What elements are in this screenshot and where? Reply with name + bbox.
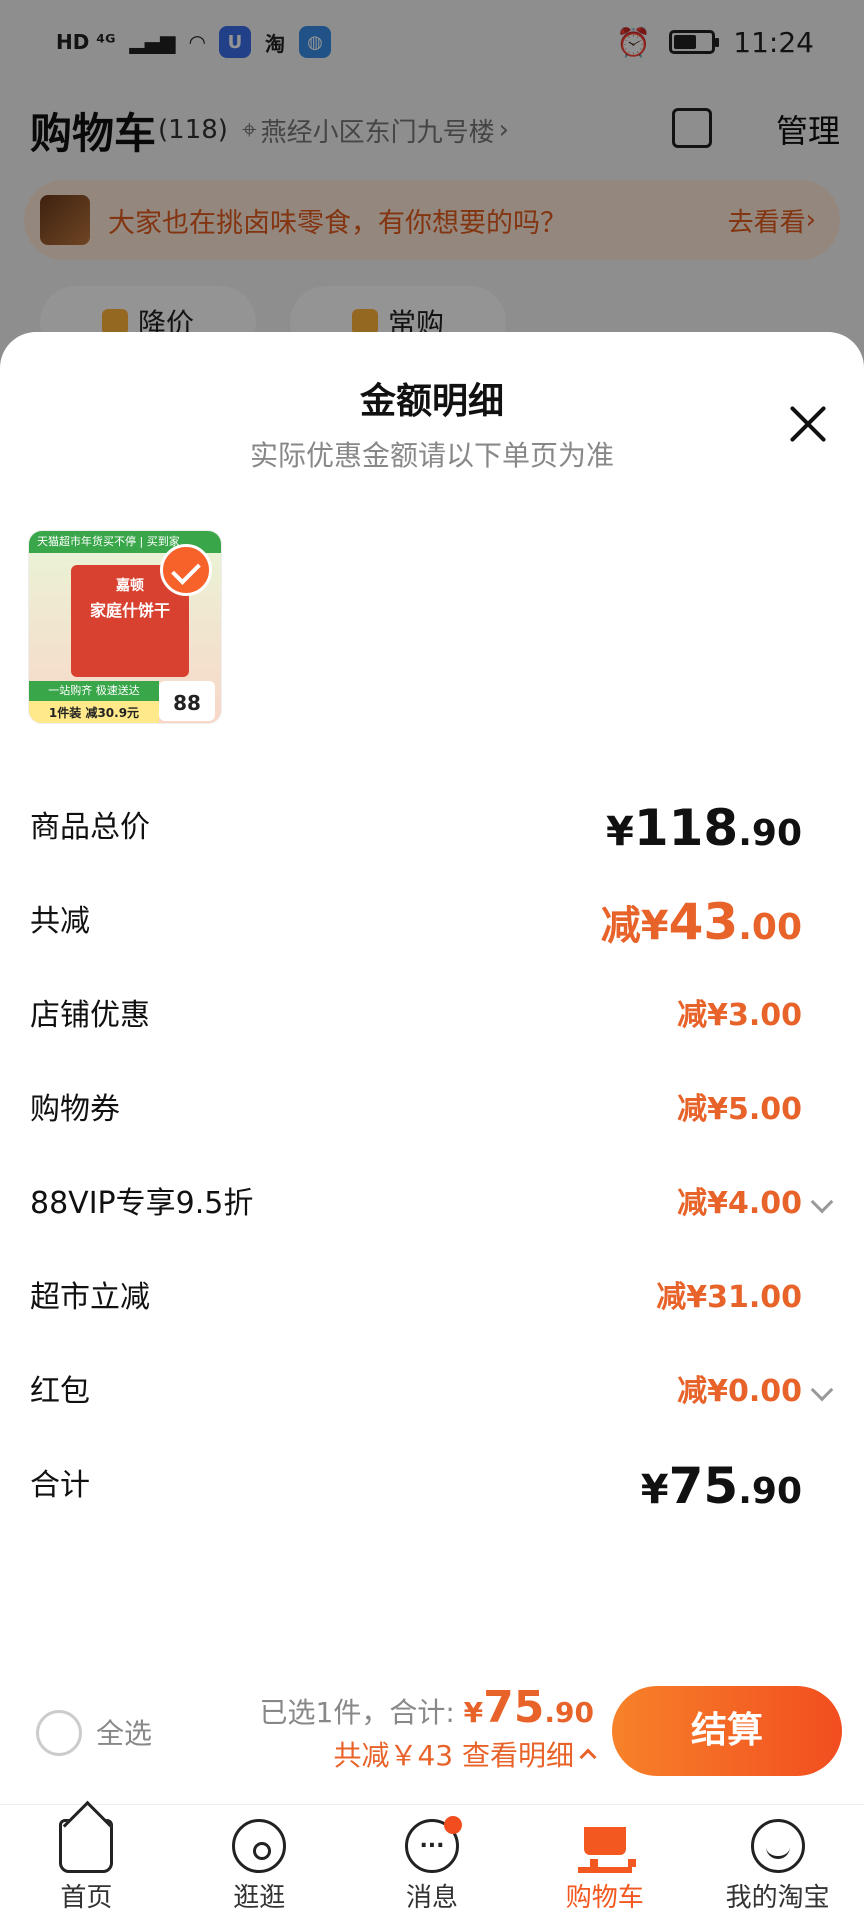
row-label: 商品总价 (30, 810, 150, 845)
tab-messages[interactable]: 消息 (346, 1805, 519, 1920)
checkout-bar: 全选 已选1件，合计: ¥75.90 共减￥43 查看明细 结算 (0, 1668, 864, 1798)
subtotal-value: ¥118.90 (606, 799, 802, 857)
row-label: 店铺优惠 (30, 998, 150, 1033)
message-icon (404, 1816, 462, 1873)
row-coupon: 购物券 减¥5.00 (0, 1080, 864, 1140)
chevron-down-icon[interactable] (810, 1190, 834, 1214)
selected-check-icon[interactable] (160, 544, 212, 596)
select-all-checkbox[interactable] (36, 1710, 82, 1756)
row-vip[interactable]: 88VIP专享9.5折 减¥4.00 (0, 1174, 864, 1234)
total-value: ¥75.90 (640, 1457, 802, 1515)
tab-label: 购物车 (565, 1883, 644, 1913)
home-icon (59, 1819, 114, 1873)
checkout-button[interactable]: 结算 (612, 1686, 842, 1776)
row-label: 88VIP专享9.5折 (30, 1186, 254, 1221)
row-label: 红包 (30, 1374, 90, 1409)
row-redpacket[interactable]: 红包 减¥0.00 (0, 1362, 864, 1422)
close-icon[interactable] (784, 400, 832, 448)
bottom-tab-bar: 首页 逛逛 消息 购物车 我的淘宝 (0, 1804, 864, 1920)
tab-label: 我的淘宝 (725, 1883, 830, 1913)
tab-label: 首页 (60, 1883, 113, 1913)
tab-my-taobao[interactable]: 我的淘宝 (691, 1805, 864, 1920)
row-market: 超市立减 减¥31.00 (0, 1268, 864, 1328)
row-subtotal: 商品总价 ¥118.90 (0, 798, 864, 858)
product-tag: 一站购齐 极速送达 (29, 681, 159, 701)
tab-home[interactable]: 首页 (0, 1805, 173, 1920)
chevron-down-icon[interactable] (810, 1378, 834, 1402)
vip-value: 减¥4.00 (677, 1186, 802, 1221)
product-price: 88 (159, 681, 215, 721)
sheet-subtitle: 实际优惠金额请以下单页为准 (249, 439, 614, 472)
cart-icon (577, 1819, 636, 1873)
row-total-discount: 共减 减¥43.00 (0, 892, 864, 952)
view-details-link[interactable]: 共减￥43 查看明细 (333, 1734, 597, 1774)
market-value: 减¥31.00 (656, 1280, 802, 1315)
checkout-total: ¥75.90 (463, 1682, 594, 1733)
product-name: 家庭什饼干 (89, 601, 170, 620)
row-label: 共减 (30, 904, 90, 939)
tab-label: 消息 (405, 1883, 458, 1913)
select-all-label[interactable]: 全选 (96, 1712, 152, 1752)
row-label: 合计 (30, 1468, 90, 1503)
sheet-title: 金额明细 (359, 381, 504, 422)
selected-count-text: 已选1件，合计: (259, 1696, 455, 1729)
shop-discount-value: 减¥3.00 (677, 998, 802, 1033)
coupon-value: 减¥5.00 (677, 1092, 802, 1127)
discount-summary-text: 共减￥43 查看明细 (333, 1739, 574, 1772)
chevron-up-icon (579, 1748, 597, 1766)
tab-stroll[interactable]: 逛逛 (173, 1805, 346, 1920)
checkout-summary: 已选1件，合计: ¥75.90 (260, 1682, 594, 1733)
row-total: 合计 ¥75.90 (0, 1456, 864, 1516)
notification-dot (443, 1816, 462, 1834)
row-label: 超市立减 (30, 1280, 150, 1315)
tab-cart[interactable]: 购物车 (518, 1805, 691, 1920)
redpacket-value: 减¥0.00 (677, 1374, 802, 1409)
row-shop-discount: 店铺优惠 减¥3.00 (0, 986, 864, 1046)
row-label: 购物券 (30, 1092, 120, 1127)
stroll-icon (232, 1819, 287, 1873)
profile-icon (750, 1819, 805, 1873)
total-discount-value: 减¥43.00 (600, 893, 802, 951)
product-deal: 1件装 减30.9元 (29, 701, 159, 723)
tab-label: 逛逛 (233, 1883, 286, 1913)
